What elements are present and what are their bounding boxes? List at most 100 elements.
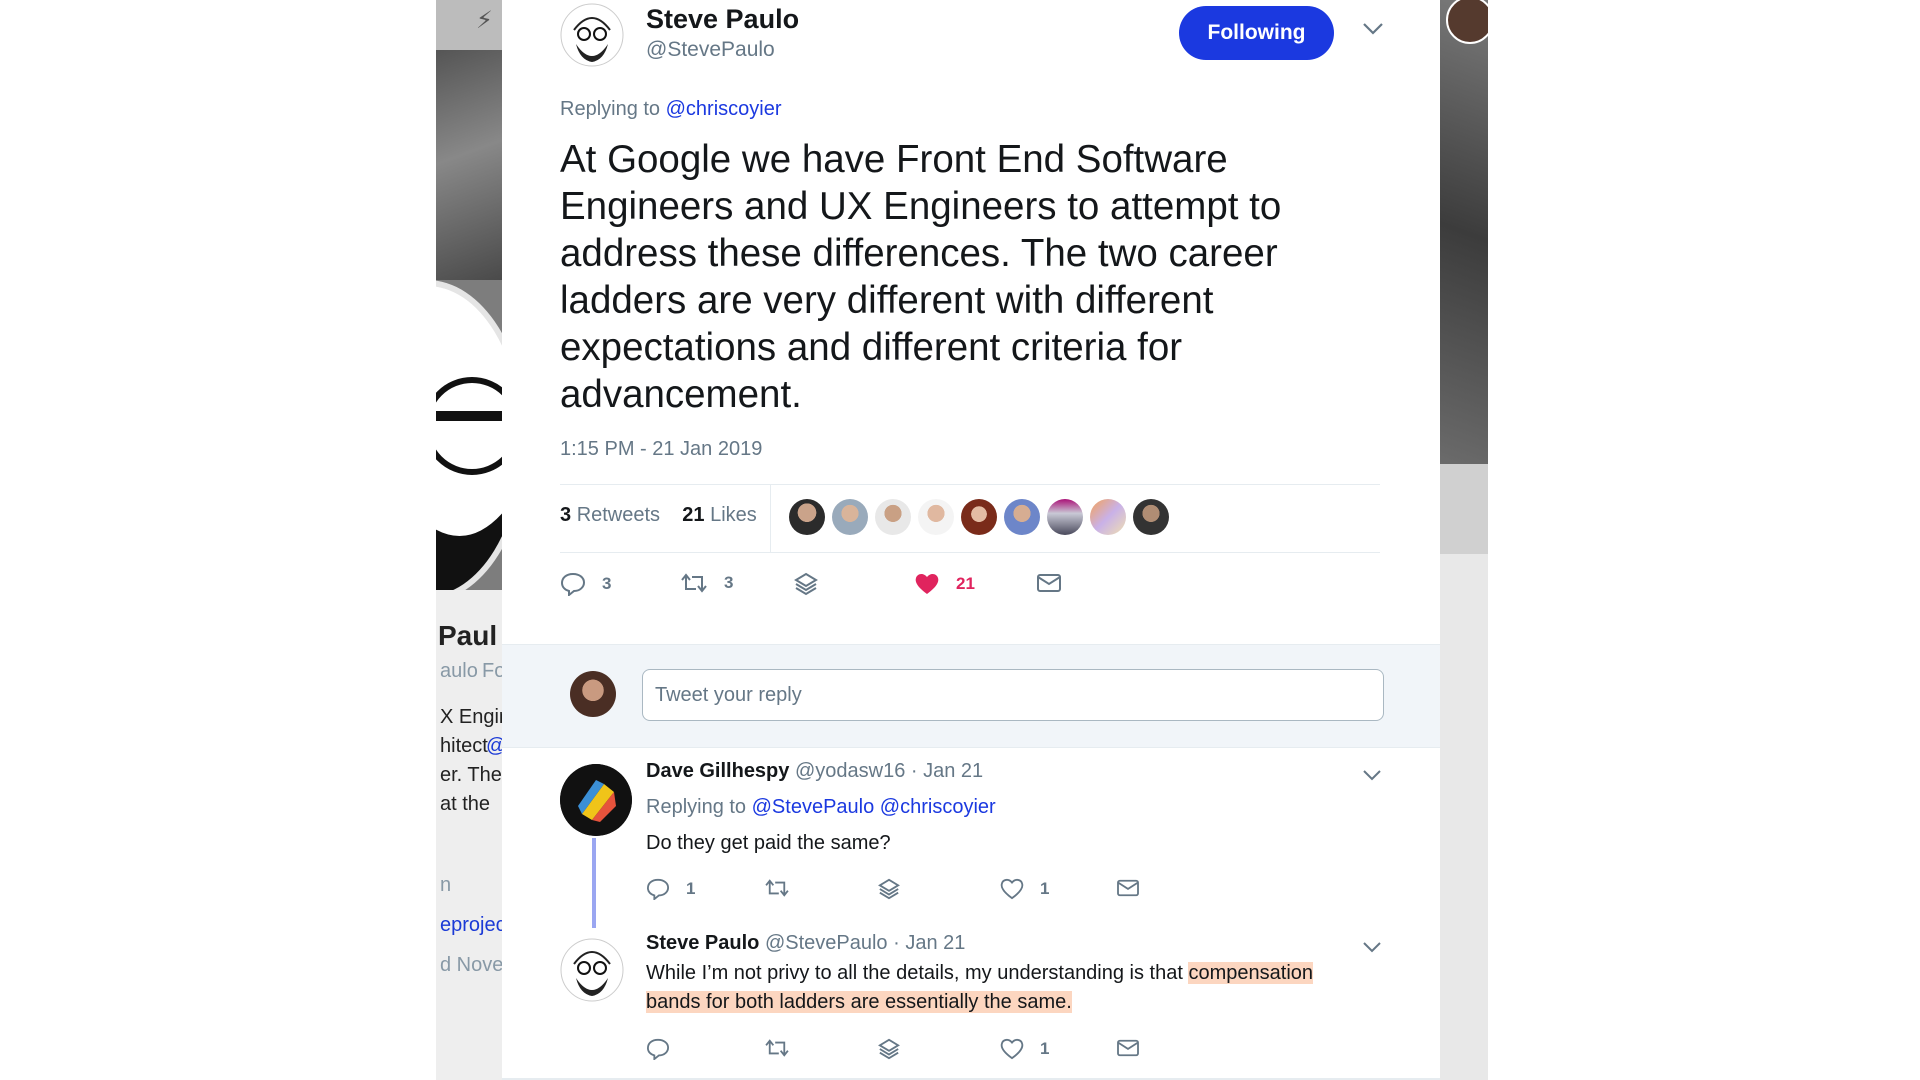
layers-icon <box>878 878 900 900</box>
author-avatar[interactable] <box>560 0 624 70</box>
envelope-icon <box>1117 1039 1139 1057</box>
heart-icon <box>1000 1038 1024 1060</box>
background-location: n <box>440 874 452 896</box>
stack-action[interactable] <box>794 572 818 596</box>
background-bio-line: X Engin <box>440 706 502 728</box>
reply-text: Do they get paid the same? <box>646 832 891 854</box>
liker-avatar[interactable] <box>832 499 868 535</box>
liker-avatar[interactable] <box>1047 499 1083 535</box>
stack-action[interactable] <box>878 878 900 900</box>
layers-icon <box>878 1038 900 1060</box>
background-handle: aulo <box>440 660 478 682</box>
chevron-down-icon[interactable] <box>1362 768 1382 786</box>
likes-label: Likes <box>710 504 757 526</box>
message-action[interactable] <box>1116 878 1140 898</box>
background-bio-line: at the <box>440 793 491 815</box>
retweets-count: 3 <box>560 504 572 526</box>
chevron-down-icon[interactable] <box>1362 22 1384 41</box>
heart-filled-icon <box>915 574 939 594</box>
likers-avatars <box>789 499 1169 535</box>
tweet-text: At Google we have Front End Software Eng… <box>560 138 1282 416</box>
tweet-timestamp[interactable]: 1:15 PM - 21 Jan 2019 <box>560 438 762 461</box>
reply-author-handle[interactable]: @StevePaulo <box>765 932 888 954</box>
reply-count: 1 <box>686 879 696 898</box>
liker-avatar[interactable] <box>918 499 954 535</box>
likes-stat[interactable]: 21 Likes <box>682 504 757 526</box>
reply-composer <box>502 644 1440 748</box>
layers-icon <box>794 572 818 596</box>
reply-input[interactable] <box>642 669 1384 721</box>
retweet-count: 3 <box>724 573 734 592</box>
background-panel <box>1440 464 1488 554</box>
liker-avatar[interactable] <box>875 499 911 535</box>
retweet-action[interactable]: 3 <box>680 572 733 594</box>
chevron-down-icon[interactable] <box>1362 940 1382 958</box>
background-bio-line: er. The <box>440 764 502 786</box>
reply-author-name[interactable]: Dave Gillhespy <box>646 760 789 782</box>
highlighted-text: bands for both ladders are essentially t… <box>646 991 1072 1013</box>
divider <box>560 552 1380 553</box>
stats-separator <box>770 484 771 552</box>
message-action[interactable] <box>1116 1038 1140 1058</box>
like-count: 21 <box>956 574 975 593</box>
retweet-icon <box>681 573 707 593</box>
retweets-stat[interactable]: 3 Retweets <box>560 504 660 526</box>
reply-author-handle[interactable]: @yodasw16 <box>795 760 905 782</box>
reply-author-avatar[interactable] <box>560 764 632 836</box>
liker-avatar[interactable] <box>789 499 825 535</box>
replying-to-mention[interactable]: @chriscoyier <box>666 98 782 120</box>
retweet-icon <box>765 879 789 897</box>
reply-action[interactable]: 3 <box>560 572 611 596</box>
tweet-stats: 3 Retweets 21 Likes <box>560 504 757 527</box>
reply-author-avatar[interactable] <box>560 934 624 1006</box>
reply-replying-prefix: Replying to <box>646 796 747 818</box>
background-banner <box>436 50 502 280</box>
replying-to: Replying to @chriscoyier <box>560 98 782 121</box>
reply-author-name[interactable]: Steve Paulo <box>646 932 759 954</box>
envelope-icon <box>1117 879 1139 897</box>
background-follows-you: Fo <box>482 660 502 682</box>
background-banner-right <box>1440 0 1488 464</box>
like-count: 1 <box>1040 1039 1050 1058</box>
stack-action[interactable] <box>878 1038 900 1060</box>
tweet-modal: Steve Paulo @StevePaulo Following Replyi… <box>502 0 1440 1080</box>
liker-avatar[interactable] <box>1133 499 1169 535</box>
author-handle[interactable]: @StevePaulo <box>646 38 775 62</box>
divider <box>560 484 1380 485</box>
reply-text-line-2: bands for both ladders are essentially t… <box>646 991 1072 1014</box>
like-action[interactable]: 1 <box>1000 1038 1049 1060</box>
like-action[interactable]: 21 <box>914 572 975 596</box>
background-profile-right <box>1440 0 1488 1080</box>
thread-connector <box>592 838 596 928</box>
reply-action[interactable] <box>646 1038 670 1060</box>
reply-action[interactable]: 1 <box>646 878 695 900</box>
background-profile-avatar <box>436 280 502 602</box>
likes-count: 21 <box>682 504 705 526</box>
reply-header: Steve Paulo @StevePaulo · Jan 21 <box>646 932 965 955</box>
liker-avatar[interactable] <box>1004 499 1040 535</box>
following-button[interactable]: Following <box>1179 6 1334 60</box>
retweet-action[interactable] <box>764 878 790 898</box>
retweet-action[interactable] <box>764 1038 790 1058</box>
like-action[interactable]: 1 <box>1000 878 1049 900</box>
reply-mention[interactable]: @StevePaulo <box>752 796 875 818</box>
background-name: Paul <box>438 620 498 651</box>
background-profile-card: Paul aulo Fo X Engin hitect @ er. The at… <box>436 590 502 1080</box>
reply-mention[interactable]: @chriscoyier <box>880 796 996 818</box>
lightning-icon: ⚡ <box>476 7 493 34</box>
author-name[interactable]: Steve Paulo <box>646 4 799 35</box>
background-website-link[interactable]: eproject <box>440 914 502 937</box>
current-user-avatar[interactable] <box>570 671 616 717</box>
envelope-icon <box>1037 574 1061 592</box>
liker-avatar[interactable] <box>961 499 997 535</box>
background-joined-date: d Nover <box>440 954 502 976</box>
liker-avatar[interactable] <box>1090 499 1126 535</box>
background-bio-mention[interactable]: @ <box>486 735 502 758</box>
background-profile-left: ⚡ Paul aulo Fo X Engin hitect @ er. The … <box>436 0 502 1080</box>
reply-header: Dave Gillhespy @yodasw16 · Jan 21 <box>646 760 983 783</box>
reply-date[interactable]: · Jan 21 <box>893 932 965 954</box>
reply-date[interactable]: · Jan 21 <box>911 760 983 782</box>
message-action[interactable] <box>1036 572 1062 594</box>
reply-text-line-1: While I’m not privy to all the details, … <box>646 962 1314 985</box>
highlighted-text: compensation <box>1188 962 1314 984</box>
